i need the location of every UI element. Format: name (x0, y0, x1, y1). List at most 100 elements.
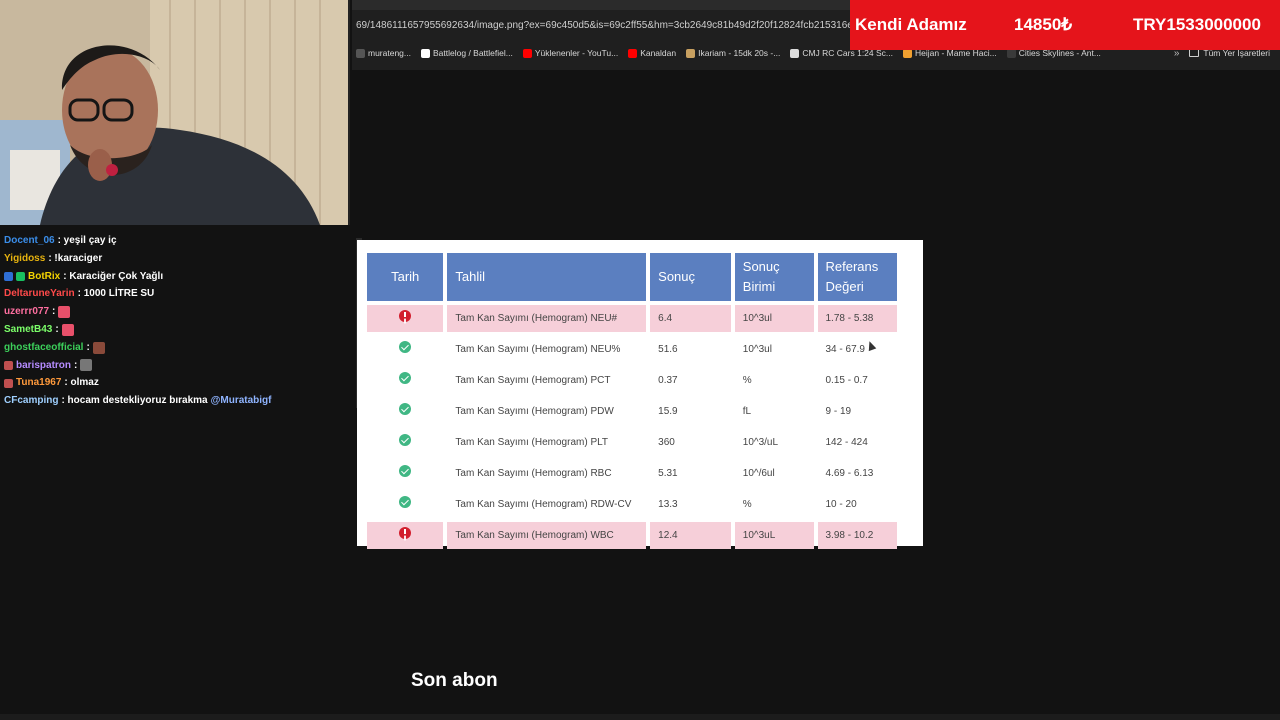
unit-cell: 10^3ul (742, 343, 772, 355)
alert-icon (399, 309, 412, 322)
chat-panel: Docent_06: yeşil çay iç Yigidoss: !karaci… (0, 232, 356, 410)
unit-cell: 10^3uL (734, 522, 814, 549)
status-cell (367, 336, 443, 363)
test-name-cell: Tam Kan Sayımı (Hemogram) RBC (455, 467, 612, 479)
lab-row: Tam Kan Sayımı (Hemogram) RBC 5.31 10^/6ul… (367, 460, 897, 487)
header-date: Tarih (367, 253, 444, 301)
check-icon (399, 495, 412, 508)
bottom-bar (0, 714, 1280, 720)
lab-row: Tam Kan Sayımı (Hemogram) RDW-CV 13.3% 10 … (367, 491, 897, 518)
chat-emote-icon (92, 341, 105, 354)
bookmark-label: Kanaldan (640, 48, 677, 58)
check-icon (399, 371, 412, 384)
reference-cell: 142 - 424 (825, 436, 868, 448)
chat-text: : !karaciger (48, 252, 103, 264)
chat-text: : (86, 341, 90, 353)
chat-username[interactable]: CFcamping (4, 392, 58, 410)
test-name-cell: Tam Kan Sayımı (Hemogram) NEU# (447, 305, 647, 332)
test-name-cell: Tam Kan Sayımı (Hemogram) PDW (455, 405, 614, 417)
chat-emote-icon (61, 323, 74, 336)
chat-emote-icon (80, 359, 93, 372)
lab-row: Tam Kan Sayımı (Hemogram) NEU% 51.6 10^3ul… (367, 336, 897, 363)
header-unit: Sonuç Birimi (734, 253, 814, 301)
bookmark-label: Battlelog / Battlefiel... (433, 48, 513, 58)
status-cell (367, 367, 443, 394)
status-cell (367, 460, 443, 487)
chat-username[interactable]: SametB43 (4, 321, 52, 339)
lab-row: Tam Kan Sayımı (Hemogram) PDW 15.9 fL 9 - 1… (367, 398, 897, 425)
bookmark-item[interactable]: Kanaldan (628, 48, 676, 58)
bookmark-item[interactable]: Battlelog / Battlefiel... (421, 48, 513, 58)
bookmark-label: Yüklenenler - YouTu... (534, 48, 619, 58)
chat-message: ghostfaceofficial: (0, 339, 356, 357)
chat-text: : Karaciğer Çok Yağlı (63, 270, 164, 282)
chat-mention[interactable]: @Muratabigf (211, 392, 272, 410)
result-cell: 360 (658, 436, 675, 448)
lab-results-table: Tarih Tahlil Sonuç Sonuç Birimi Referans… (363, 253, 901, 549)
reference-cell: 9 - 19 (825, 405, 852, 417)
chat-message: CFcamping: hocam destekliyoruz bırakma @M… (0, 392, 356, 410)
unit-cell: 10^3/uL (742, 436, 779, 448)
reference-cell: 34 - 67.9 (825, 343, 865, 355)
header-result: Sonuç (650, 253, 731, 301)
alert-icon (399, 526, 412, 539)
chat-message: Yigidoss: !karaciger (0, 250, 356, 268)
chat-message: BotRix: Karaciğer Çok Yağlı (0, 268, 356, 286)
result-cell: 5.31 (658, 467, 678, 479)
reference-cell: 3.98 - 10.2 (817, 522, 897, 549)
check-icon (399, 340, 412, 353)
chat-text: : yeşil çay iç (57, 235, 117, 246)
chat-username[interactable]: BotRix (28, 268, 60, 286)
chat-text: : (74, 359, 78, 371)
test-name-cell: Tam Kan Sayımı (Hemogram) NEU% (455, 343, 621, 355)
unit-cell: % (742, 498, 752, 510)
status-cell (367, 491, 443, 518)
chat-username[interactable]: Tuna1967 (16, 374, 61, 392)
chat-message: SametB43: (0, 321, 356, 339)
result-cell: 0.37 (658, 374, 678, 386)
status-cell (367, 398, 443, 425)
chat-username[interactable]: uzerrr077 (4, 303, 49, 321)
bookmark-item[interactable]: Yüklenenler - YouTu... (522, 48, 619, 58)
header-reference: Referans Değeri (817, 253, 897, 301)
bookmark-favicon-icon (628, 48, 638, 58)
webcam-feed (0, 0, 350, 225)
chat-message: Docent_06: yeşil çay iç (0, 232, 356, 250)
chat-message: uzerrr077: (0, 303, 356, 321)
chat-username[interactable]: ghostfaceofficial (4, 339, 83, 357)
reference-cell: 4.69 - 6.13 (825, 467, 874, 479)
chat-message: Tuna1967: olmaz (0, 374, 356, 392)
chat-username[interactable]: DeltaruneYarin (4, 285, 75, 303)
reference-cell: 0.15 - 0.7 (825, 374, 868, 386)
user-badge-icon (4, 378, 13, 388)
status-cell (367, 305, 444, 332)
bookmark-label: murateng... (368, 48, 411, 58)
banner-name: Kendi Adamız (855, 15, 967, 34)
status-cell (367, 522, 444, 549)
chat-username[interactable]: barispatron (16, 357, 71, 375)
bookmark-favicon-icon (356, 48, 365, 58)
result-cell: 51.6 (658, 343, 678, 355)
chat-text: : olmaz (64, 377, 99, 389)
check-icon (399, 433, 412, 446)
bookmark-favicon-icon (686, 48, 696, 58)
bookmark-favicon-icon (522, 48, 532, 58)
chat-message: barispatron: (0, 357, 356, 375)
result-cell: 13.3 (658, 498, 678, 510)
chat-emote-icon (58, 306, 71, 319)
bookmark-favicon-icon (790, 48, 800, 58)
reference-cell: 10 - 20 (825, 498, 857, 510)
chat-username[interactable]: Yigidoss (4, 250, 45, 268)
chat-username[interactable]: Docent_06 (4, 232, 55, 250)
chat-text: : 1000 LİTRE SU (77, 288, 155, 300)
bookmark-label: Ikariam - 15dk 20s -... (698, 48, 781, 58)
chat-text: : (52, 306, 56, 318)
user-badge-icon (16, 271, 25, 281)
bookmark-item[interactable]: murateng... (356, 48, 411, 58)
user-badge-icon (4, 271, 13, 281)
bookmark-item[interactable]: Ikariam - 15dk 20s -... (686, 48, 780, 58)
stream-caption: Son abon (411, 670, 498, 691)
chat-text: : (55, 323, 59, 335)
chat-message: DeltaruneYarin: 1000 LİTRE SU (0, 285, 356, 303)
check-icon (399, 464, 412, 477)
